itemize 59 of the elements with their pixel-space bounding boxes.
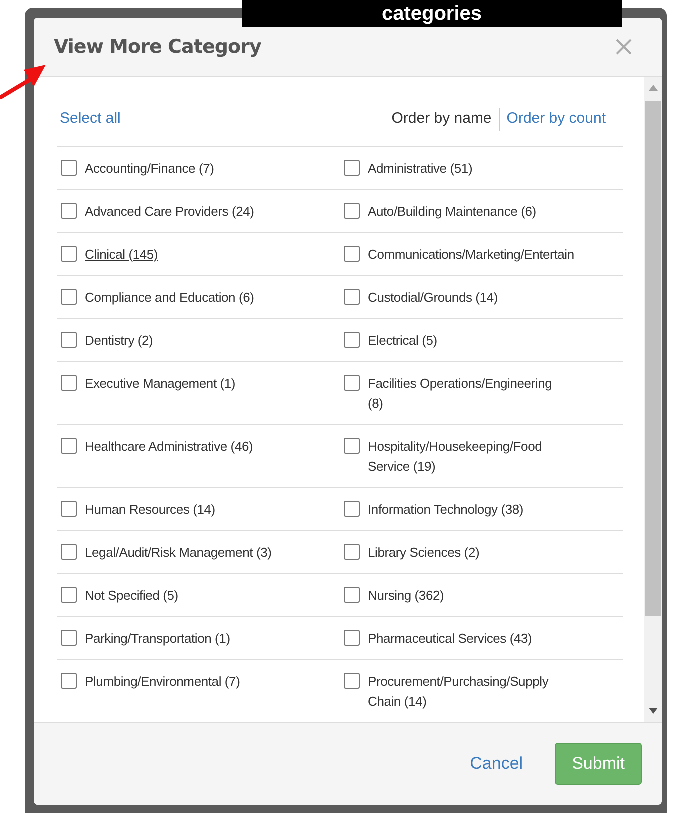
checkbox[interactable] <box>344 501 360 517</box>
category-label[interactable]: Parking/Transportation (1) <box>85 629 230 649</box>
category-label[interactable]: Human Resources (14) <box>85 500 216 520</box>
category-label[interactable]: Dentistry (2) <box>85 331 154 351</box>
checkbox[interactable] <box>61 203 77 219</box>
category-label[interactable]: Procurement/Purchasing/Supply Chain (14) <box>368 672 563 712</box>
checkbox[interactable] <box>344 630 360 646</box>
arrow-icon <box>0 62 48 100</box>
checkbox[interactable] <box>344 246 360 262</box>
checkbox[interactable] <box>344 438 360 454</box>
category-label[interactable]: Not Specified (5) <box>85 586 178 606</box>
checkbox[interactable] <box>61 630 77 646</box>
checkbox[interactable] <box>61 332 77 348</box>
checkbox[interactable] <box>344 544 360 560</box>
scrollbar-thumb[interactable] <box>645 101 661 616</box>
checkbox[interactable] <box>344 375 360 391</box>
category-label[interactable]: Information Technology (38) <box>368 500 524 520</box>
checkbox[interactable] <box>61 438 77 454</box>
checkbox[interactable] <box>344 203 360 219</box>
checkbox[interactable] <box>344 673 360 689</box>
category-label[interactable]: Hospitality/Housekeeping/Food Service (19) <box>368 437 563 477</box>
checkbox[interactable] <box>344 160 360 176</box>
scrollbar[interactable] <box>644 77 662 722</box>
category-label[interactable]: Compliance and Education (6) <box>85 288 254 308</box>
category-label[interactable]: Healthcare Administrative (46) <box>85 437 254 457</box>
category-label[interactable]: Electrical (5) <box>368 331 438 351</box>
category-label[interactable]: Administrative (51) <box>368 159 473 179</box>
sort-option[interactable]: Order by count <box>498 108 613 131</box>
scroll-up-icon[interactable] <box>648 85 658 91</box>
scroll-down-icon[interactable] <box>648 708 658 714</box>
category-label[interactable]: Pharmaceutical Services (43) <box>368 629 532 649</box>
sort-option[interactable]: Order by name <box>384 108 499 131</box>
category-label[interactable]: Communications/Marketing/Entertain <box>368 245 574 265</box>
category-label[interactable]: Executive Management (1) <box>85 374 236 394</box>
select-all-link[interactable]: Select all <box>60 108 121 131</box>
category-label[interactable]: Plumbing/Environmental (7) <box>85 672 240 692</box>
category-label[interactable]: Advanced Care Providers (24) <box>85 202 254 222</box>
caption-text: categories <box>382 2 482 26</box>
checkbox[interactable] <box>61 501 77 517</box>
dialog-title: View More Category <box>54 34 262 60</box>
checkbox[interactable] <box>61 544 77 560</box>
checkbox[interactable] <box>344 587 360 603</box>
cancel-link[interactable]: Cancel <box>470 751 524 777</box>
checkbox[interactable] <box>61 673 77 689</box>
category-label[interactable]: Legal/Audit/Risk Management (3) <box>85 543 272 563</box>
category-label[interactable]: Nursing (362) <box>368 586 444 606</box>
category-label[interactable]: Library Sciences (2) <box>368 543 480 563</box>
category-label[interactable]: Facilities Operations/Engineering (8) <box>368 374 563 414</box>
checkbox[interactable] <box>61 289 77 305</box>
checkbox[interactable] <box>61 587 77 603</box>
category-label[interactable]: Auto/Building Maintenance (6) <box>368 202 536 222</box>
checkbox[interactable] <box>61 246 77 262</box>
checkbox[interactable] <box>344 332 360 348</box>
category-label[interactable]: Clinical (145) <box>85 245 158 265</box>
checkbox[interactable] <box>61 375 77 391</box>
category-label[interactable]: Accounting/Finance (7) <box>85 159 214 179</box>
checkbox[interactable] <box>61 160 77 176</box>
checkbox[interactable] <box>344 289 360 305</box>
category-label[interactable]: Custodial/Grounds (14) <box>368 288 498 308</box>
